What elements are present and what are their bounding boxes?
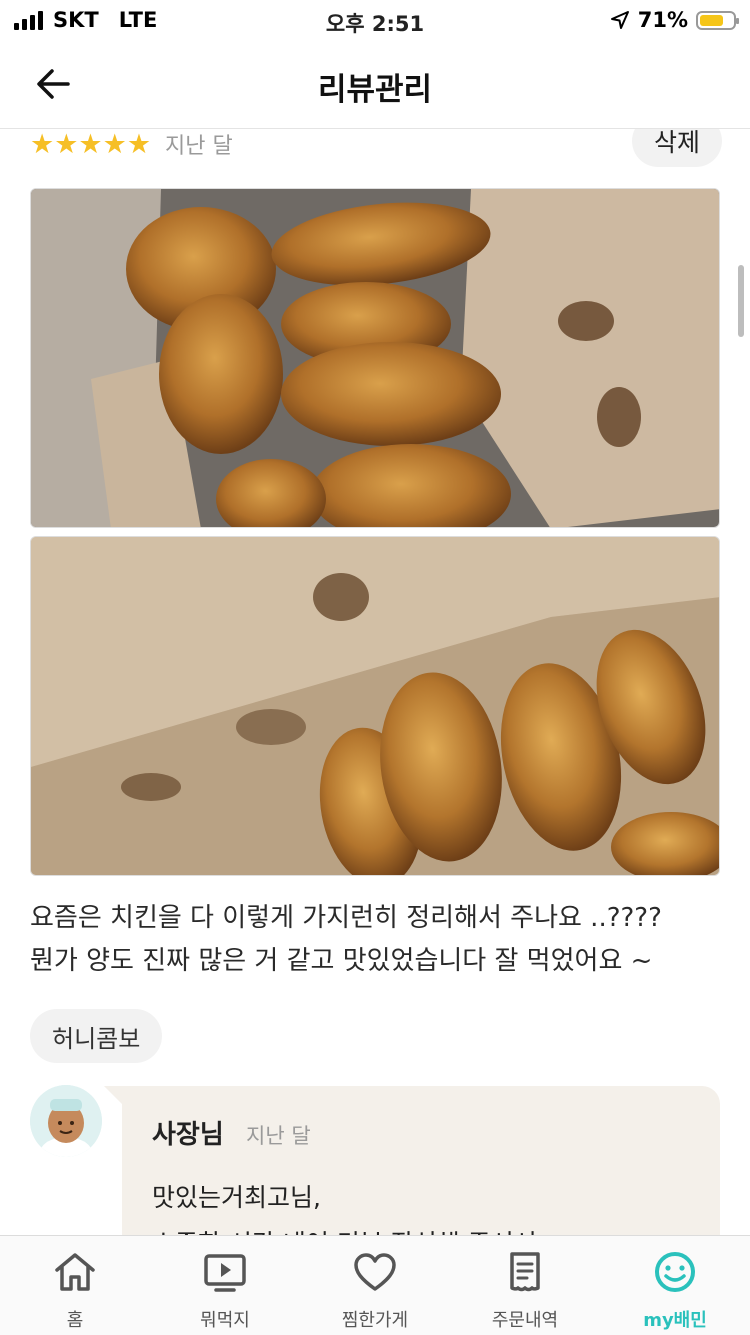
- home-icon: [55, 1253, 95, 1291]
- nav-bar: 리뷰관리: [0, 40, 750, 129]
- scrollbar[interactable]: [738, 265, 744, 337]
- tab-what-to-eat-label: 뭐먹지: [200, 1310, 250, 1331]
- battery-icon: [696, 10, 739, 30]
- review-content: ★★★★★ 지난 달 삭제 요즘은 치킨을 다 이렇게 가지런히 정리해서 주나…: [0, 129, 750, 1235]
- review-text-line-2: 뭔가 양도 진짜 많은 거 같고 맛있었습니다 잘 먹었어요 ~: [30, 946, 653, 976]
- rating-stars: ★★★★★: [30, 129, 152, 160]
- owner-avatar: [30, 1085, 102, 1157]
- tab-bar: 홈 뭐먹지 찜한가게 주문내역 my배민: [0, 1235, 750, 1335]
- play-screen-icon: [204, 1254, 246, 1292]
- review-photo-1[interactable]: [30, 188, 720, 528]
- tab-home[interactable]: 홈: [0, 1236, 150, 1335]
- heart-icon: [354, 1253, 396, 1291]
- review-date: 지난 달: [165, 134, 233, 159]
- tab-favorites[interactable]: 찜한가게: [300, 1236, 450, 1335]
- review-text: 요즘은 치킨을 다 이렇게 가지런히 정리해서 주나요 ..???? 뭔가 양도…: [30, 897, 730, 983]
- tab-favorites-label: 찜한가게: [341, 1310, 409, 1331]
- receipt-icon: [510, 1252, 540, 1292]
- menu-tag[interactable]: 허니콤보: [30, 1009, 163, 1063]
- tab-home-label: 홈: [66, 1310, 84, 1331]
- owner-name: 사장님: [152, 1120, 224, 1150]
- tab-my-baemin-label: my배민: [643, 1310, 707, 1331]
- owner-reply-line-1: 맛있는거최고님,: [152, 1183, 321, 1212]
- delete-review-button[interactable]: 삭제: [632, 129, 722, 167]
- smile-icon: [655, 1252, 695, 1292]
- battery-percent: 71%: [637, 8, 688, 32]
- tab-what-to-eat[interactable]: 뭐먹지: [150, 1236, 300, 1335]
- page-title: 리뷰관리: [317, 72, 433, 108]
- owner-reply-date: 지난 달: [246, 1124, 311, 1148]
- owner-reply-line-2: 소중한 시간 내어 리뷰 작성해 주셔서: [152, 1224, 537, 1235]
- review-rating-row: ★★★★★ 지난 달: [30, 129, 233, 160]
- status-bar: SKT LTE 오후 2:51 71%: [0, 0, 750, 40]
- tab-order-history[interactable]: 주문내역: [450, 1236, 600, 1335]
- location-arrow-icon: [610, 11, 629, 29]
- owner-reply-bubble: 사장님 지난 달 맛있는거최고님, 소중한 시간 내어 리뷰 작성해 주셔서: [104, 1086, 720, 1235]
- tab-my-baemin[interactable]: my배민: [600, 1236, 750, 1335]
- review-text-line-1: 요즘은 치킨을 다 이렇게 가지런히 정리해서 주나요 ..????: [30, 903, 662, 933]
- tab-order-history-label: 주문내역: [491, 1310, 559, 1331]
- review-photo-2[interactable]: [30, 536, 720, 876]
